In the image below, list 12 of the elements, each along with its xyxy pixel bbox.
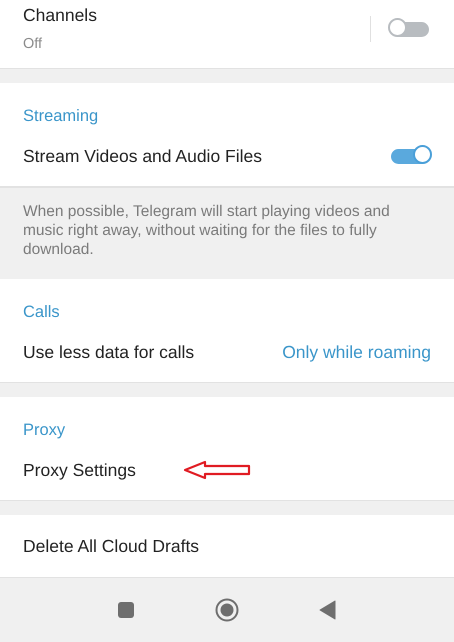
back-icon[interactable] [319,600,337,620]
recents-icon[interactable] [117,601,135,619]
setting-label[interactable]: Use less data for calls [23,342,282,362]
home-icon[interactable] [215,598,239,622]
setting-label[interactable]: Stream Videos and Audio Files [23,146,391,166]
setting-label[interactable]: Delete All Cloud Drafts [23,536,431,556]
setting-label[interactable]: Proxy Settings [23,460,431,480]
setting-label[interactable]: Channels [23,5,370,26]
section-header: Proxy [22,420,66,440]
setting-status: Off [23,36,44,52]
section-header: Streaming [22,106,100,126]
section-header: Calls [22,302,61,322]
